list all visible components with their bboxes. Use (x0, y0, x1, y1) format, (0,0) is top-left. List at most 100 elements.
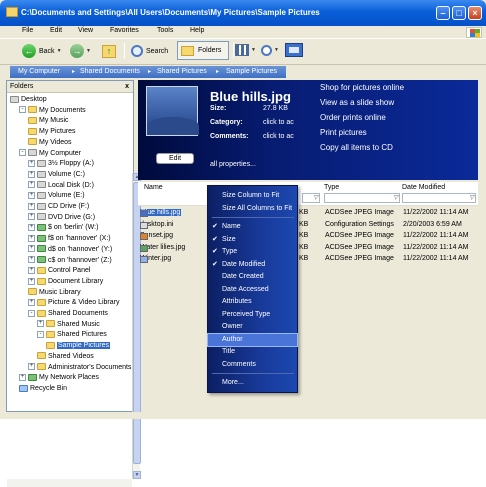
expand-icon[interactable]: + (28, 234, 35, 242)
context-menu-item[interactable]: Date Accessed (208, 284, 297, 296)
maximize-button[interactable]: □ (452, 6, 466, 20)
tree-node[interactable]: - Shared Documents (28, 309, 108, 319)
expand-icon[interactable]: + (28, 213, 35, 221)
tree-node[interactable]: + Volume (E:) (28, 191, 85, 201)
tree-node[interactable]: + Shared Music (37, 320, 100, 330)
tree-node[interactable]: My Videos (28, 138, 72, 148)
context-menu-item[interactable]: Attributes (208, 296, 297, 308)
tree-node[interactable]: + c$ on 'hannover' (Z:) (28, 256, 112, 266)
column-name[interactable]: Name (144, 184, 163, 191)
search-button[interactable]: Search (131, 42, 168, 60)
all-properties-link[interactable]: all properties... (210, 161, 256, 168)
back-button[interactable]: ← Back ▼ (22, 42, 62, 60)
category-value[interactable]: click to ac (263, 119, 294, 126)
tree-node[interactable]: + Document Library (28, 277, 103, 287)
tree-node[interactable]: My Music (28, 116, 69, 126)
context-menu-item[interactable]: Date Created (208, 271, 297, 283)
menu-file[interactable]: File (22, 27, 33, 34)
expand-icon[interactable]: + (28, 245, 35, 253)
menu-edit[interactable]: Edit (50, 27, 62, 34)
context-menu-item[interactable]: Author (207, 332, 298, 347)
tree-node[interactable]: - Shared Pictures (37, 330, 107, 340)
file-row[interactable]: Blue hills.jpg KB ACDSee JPEG Image 11/22/2… (138, 208, 478, 219)
tree-node[interactable]: + Volume (C:) (28, 170, 85, 180)
expand-icon[interactable]: + (19, 373, 26, 381)
search-dropdown-button[interactable]: ▼ (261, 41, 279, 59)
menu-view[interactable]: View (78, 27, 93, 34)
task-copy-to-cd[interactable]: Copy all items to CD (320, 143, 393, 152)
expand-icon[interactable]: + (28, 202, 35, 210)
tree-node[interactable]: Recycle Bin (19, 384, 67, 394)
collapse-icon[interactable]: - (19, 149, 26, 157)
breadcrumb-shared-pictures[interactable]: Shared Pictures (157, 68, 207, 75)
file-row[interactable]: Sunset.jpg KB ACDSee JPEG Image 11/22/2002 … (138, 231, 478, 242)
views-button[interactable]: ▼ (235, 41, 256, 59)
context-menu-item[interactable]: ✔ Name (208, 221, 297, 233)
menu-favorites[interactable]: Favorites (110, 27, 139, 34)
context-menu-item[interactable]: ✔ Date Modified (208, 259, 297, 271)
tree-node[interactable]: Music Library (28, 288, 81, 298)
tree-node[interactable]: + d$ on 'hannover' (Y:) (28, 245, 112, 255)
breadcrumb-shared-documents[interactable]: Shared Documents (80, 68, 140, 75)
tree-node[interactable]: + CD Drive (F:) (28, 202, 89, 212)
up-button[interactable]: ↑ (102, 42, 116, 60)
tree-node[interactable]: My Pictures (28, 127, 76, 137)
date-filter-box[interactable]: ▽ (402, 193, 476, 203)
expand-icon[interactable]: + (28, 181, 35, 189)
scroll-down-icon[interactable]: ▼ (133, 471, 141, 479)
expand-icon[interactable]: + (28, 298, 35, 306)
tree-node[interactable]: - My Documents (19, 106, 86, 116)
task-slide-show[interactable]: View as a slide show (320, 98, 394, 107)
forward-button[interactable]: → ▼ (70, 42, 91, 60)
context-menu-item[interactable]: ✔ Size (208, 234, 297, 246)
expand-icon[interactable]: + (28, 277, 35, 285)
context-menu-item[interactable]: More... (208, 377, 297, 389)
task-print-pictures[interactable]: Print pictures (320, 128, 367, 137)
context-menu-item[interactable]: Owner (208, 321, 297, 333)
menu-tools[interactable]: Tools (157, 27, 173, 34)
column-date[interactable]: Date Modified (402, 184, 445, 191)
collapse-icon[interactable]: - (19, 106, 26, 114)
context-menu-item[interactable]: Perceived Type (208, 309, 297, 321)
folders-pane-close-button[interactable]: x (125, 83, 129, 90)
tree-node[interactable]: +3½ Floppy (A:) (28, 159, 94, 169)
context-menu-item[interactable]: Size Column to Fit (208, 190, 297, 202)
title-bar[interactable]: C:\Documents and Settings\All Users\Docu… (0, 0, 486, 26)
tree-node[interactable]: + Picture & Video Library (28, 298, 119, 308)
tree-node[interactable]: Shared Videos (37, 352, 94, 362)
tree-node[interactable]: + f$ on 'hannover' (X:) (28, 234, 111, 244)
tree-node[interactable]: Desktop (10, 95, 47, 105)
expand-icon[interactable]: + (28, 191, 35, 199)
properties-button[interactable] (285, 41, 303, 59)
context-menu-item[interactable]: ✔ Type (208, 246, 297, 258)
context-menu-item[interactable]: Title (208, 346, 297, 358)
breadcrumb-my-computer[interactable]: My Computer (18, 68, 60, 75)
task-order-prints[interactable]: Order prints online (320, 113, 386, 122)
tree-node[interactable]: + $ on 'berlin' (W:) (28, 223, 98, 233)
tree-node[interactable]: + Local Disk (D:) (28, 181, 94, 191)
breadcrumb-sample-pictures[interactable]: Sample Pictures (226, 68, 277, 75)
file-row[interactable]: desktop.ini KB Configuration Settings 2/20/… (138, 220, 478, 231)
collapse-icon[interactable]: - (28, 309, 35, 317)
comments-value[interactable]: click to ac (263, 133, 294, 140)
tree-node[interactable]: + My Network Places (19, 373, 99, 383)
tree-node[interactable]: + DVD Drive (G:) (28, 213, 95, 223)
tree-node[interactable]: - My Computer (19, 149, 81, 159)
expand-icon[interactable]: + (28, 159, 35, 167)
close-button[interactable]: × (468, 6, 482, 20)
tree-node[interactable]: Sample Pictures (46, 341, 110, 351)
expand-icon[interactable]: + (37, 320, 44, 328)
context-menu-item[interactable]: Size All Columns to Fit (208, 203, 297, 215)
context-menu-item[interactable]: Comments (208, 359, 297, 371)
file-row[interactable]: Water lilies.jpg KB ACDSee JPEG Image 11/22… (138, 243, 478, 254)
expand-icon[interactable]: + (28, 256, 35, 264)
column-type[interactable]: Type (324, 184, 339, 191)
edit-button[interactable]: Edit (156, 153, 194, 164)
size-filter-box[interactable]: ▽ (302, 193, 320, 203)
expand-icon[interactable]: + (28, 266, 35, 274)
expand-icon[interactable]: + (28, 363, 35, 371)
type-filter-box[interactable]: ▽ (324, 193, 400, 203)
horizontal-scrollbar[interactable] (7, 479, 132, 487)
file-row[interactable]: Winter.jpg KB ACDSee JPEG Image 11/22/2002 … (138, 254, 478, 265)
expand-icon[interactable]: + (28, 224, 35, 232)
